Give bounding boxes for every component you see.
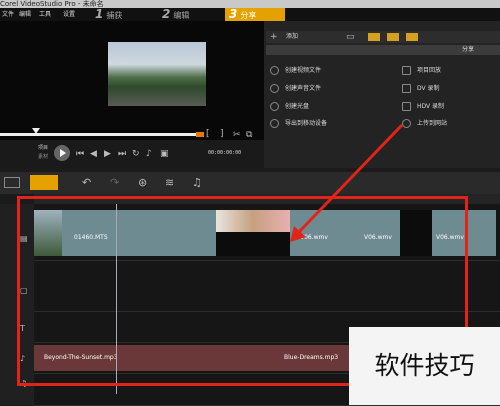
watermark: 软件技巧	[349, 327, 500, 405]
